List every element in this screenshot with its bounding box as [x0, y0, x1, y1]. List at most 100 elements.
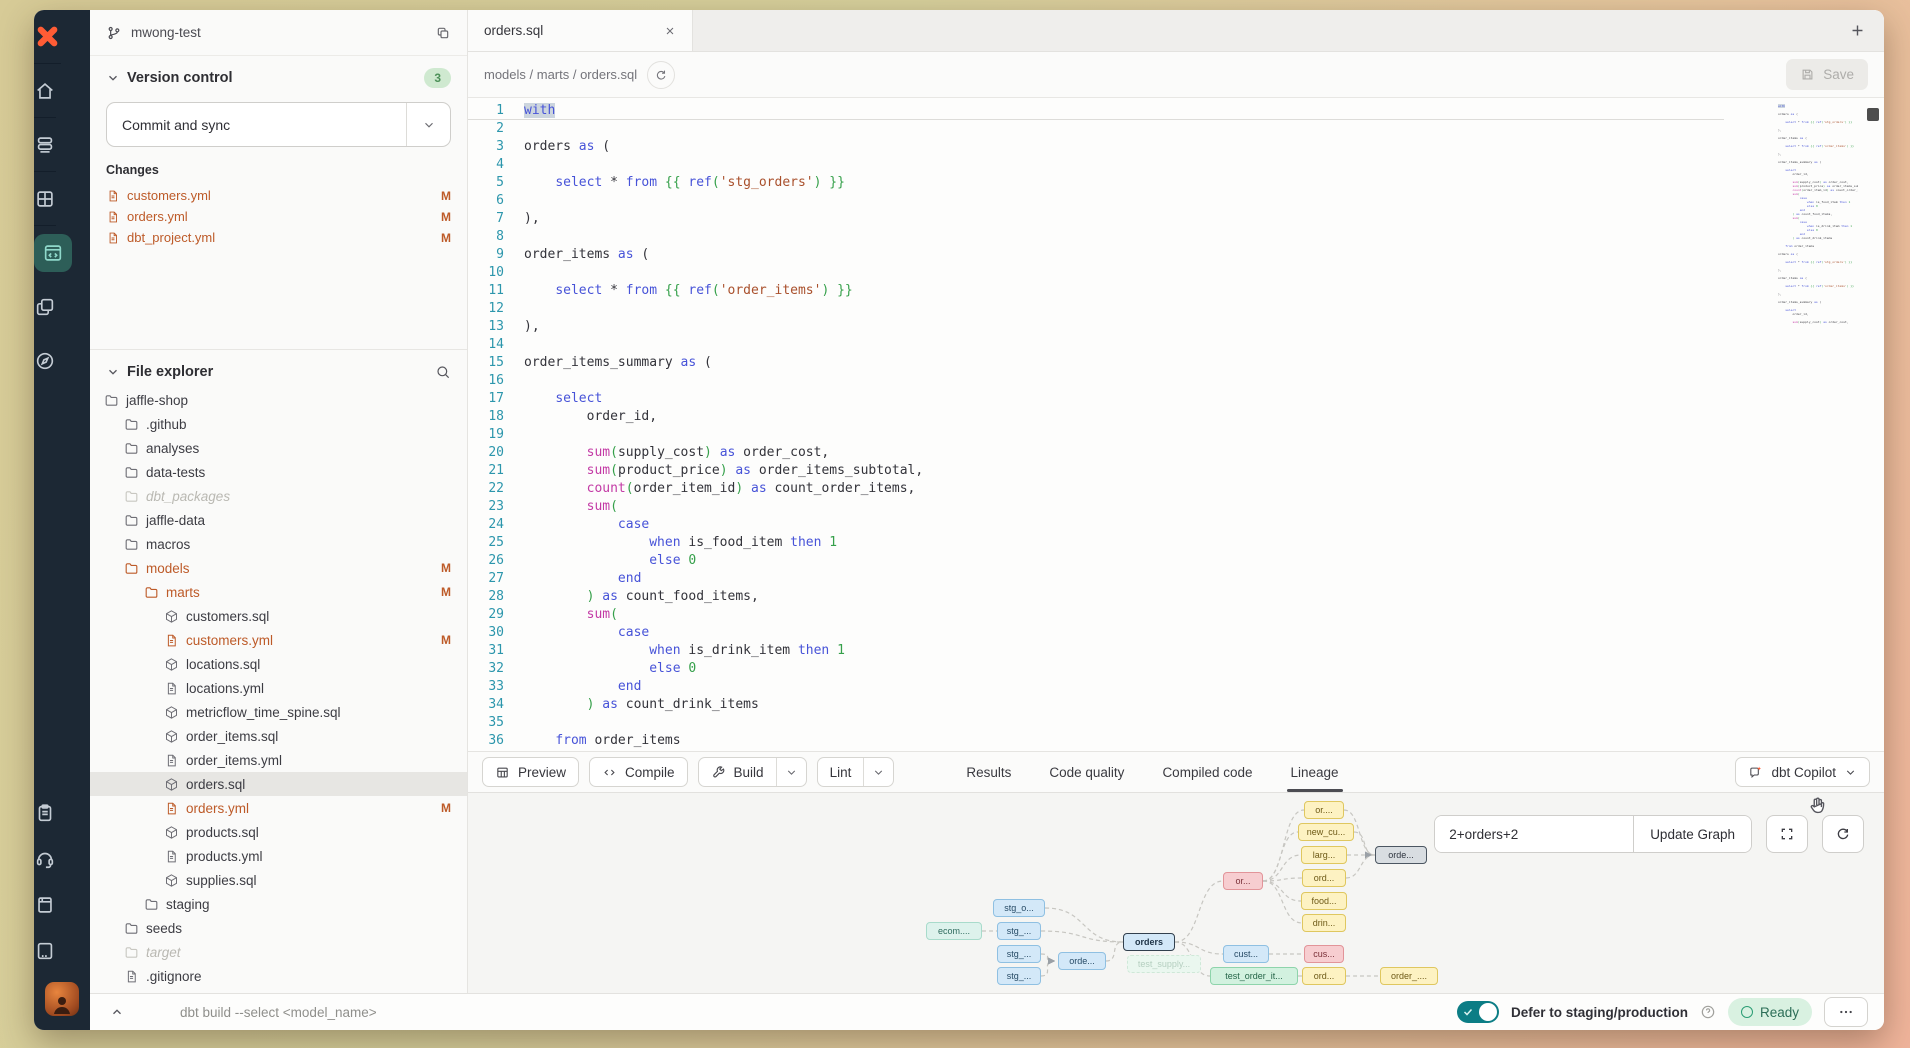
changed-file-orders.yml[interactable]: orders.ymlM — [106, 206, 451, 227]
defer-toggle[interactable] — [1457, 1001, 1499, 1023]
lineage-node-stg_o[interactable]: stg_o... — [993, 899, 1045, 917]
modified-badge: M — [441, 585, 451, 599]
tree-item-.gitignore[interactable]: .gitignore — [90, 964, 467, 988]
lineage-node-or[interactable]: or.... — [1304, 801, 1344, 819]
new-tab-button[interactable] — [1849, 22, 1866, 39]
tree-item-jaffle-data[interactable]: jaffle-data — [90, 508, 467, 532]
compile-button[interactable]: Compile — [589, 757, 688, 787]
tree-item-.github[interactable]: .github — [90, 412, 467, 436]
lint-button[interactable]: Lint — [818, 758, 864, 786]
lineage-search-input[interactable] — [1435, 816, 1633, 852]
lineage-node-orders[interactable]: orders — [1123, 933, 1175, 951]
tree-item-models[interactable]: modelsM — [90, 556, 467, 580]
lineage-node-new_cu[interactable]: new_cu... — [1298, 823, 1354, 841]
tree-item-orders.yml[interactable]: orders.ymlM — [90, 796, 467, 820]
result-tab-results[interactable]: Results — [966, 752, 1011, 792]
lineage-node-cus[interactable]: cus... — [1304, 945, 1344, 963]
tree-item-locations.yml[interactable]: locations.yml — [90, 676, 467, 700]
modified-badge: M — [441, 189, 451, 203]
rail-item-docs[interactable] — [34, 882, 56, 928]
build-button[interactable]: Build — [699, 758, 776, 786]
lint-options-chevron[interactable] — [863, 758, 893, 786]
result-tab-lineage[interactable]: Lineage — [1291, 752, 1339, 792]
tree-item-supplies.sql[interactable]: supplies.sql — [90, 868, 467, 892]
tree-item-products.yml[interactable]: products.yml — [90, 844, 467, 868]
lineage-node-ecom[interactable]: ecom.... — [926, 922, 982, 940]
fullscreen-button[interactable] — [1766, 815, 1808, 853]
tree-item-order_items.sql[interactable]: order_items.sql — [90, 724, 467, 748]
branch-row[interactable]: mwong-test — [90, 10, 467, 56]
lineage-node-test_order_it[interactable]: test_order_it... — [1210, 967, 1298, 985]
tree-item-macros[interactable]: macros — [90, 532, 467, 556]
changed-file-customers.yml[interactable]: customers.ymlM — [106, 185, 451, 206]
tree-item-seeds[interactable]: seeds — [90, 916, 467, 940]
tree-item-order_items.yml[interactable]: order_items.yml — [90, 748, 467, 772]
lineage-node-stg_[interactable]: stg_... — [997, 945, 1041, 963]
version-control-header[interactable]: Version control 3 — [106, 68, 451, 88]
rail-item-support[interactable] — [34, 836, 56, 882]
tree-item-jaffle-shop[interactable]: jaffle-shop — [90, 388, 467, 412]
lineage-node-stg_[interactable]: stg_... — [997, 967, 1041, 985]
help-icon[interactable] — [1700, 1004, 1716, 1020]
tree-item-orders.sql[interactable]: orders.sql — [90, 772, 467, 796]
build-options-chevron[interactable] — [776, 758, 806, 786]
save-button[interactable]: Save — [1786, 59, 1868, 90]
close-icon[interactable] — [664, 25, 676, 37]
lineage-node-ord[interactable]: ord... — [1302, 967, 1346, 985]
rail-item-dbt-logo[interactable] — [34, 10, 61, 64]
model-icon — [164, 777, 179, 792]
refresh-button[interactable] — [1822, 815, 1864, 853]
changed-file-dbt_project.yml[interactable]: dbt_project.ymlM — [106, 227, 451, 248]
code-line: 34 ) as count_drink_items — [468, 696, 1884, 714]
lineage-node-orde[interactable]: orde... — [1375, 846, 1427, 864]
lineage-node-food[interactable]: food... — [1301, 892, 1347, 910]
rail-item-home[interactable] — [34, 64, 56, 118]
copy-icon[interactable] — [435, 25, 451, 41]
rail-item-environments[interactable] — [34, 118, 56, 172]
commit-options-chevron[interactable] — [406, 103, 450, 146]
tree-item-target[interactable]: target — [90, 940, 467, 964]
tree-item-customers.sql[interactable]: customers.sql — [90, 604, 467, 628]
file-state-icon[interactable] — [647, 61, 675, 89]
lineage-node-order_[interactable]: order_.... — [1380, 967, 1438, 985]
rail-item-tasks[interactable] — [34, 790, 56, 836]
user-avatar[interactable] — [45, 982, 79, 1016]
lineage-node-test_supply[interactable]: test_supply... — [1127, 955, 1201, 973]
tree-item-locations.sql[interactable]: locations.sql — [90, 652, 467, 676]
tree-item-marts[interactable]: martsM — [90, 580, 467, 604]
lineage-node-ord[interactable]: ord... — [1302, 869, 1346, 887]
tree-item-analyses[interactable]: analyses — [90, 436, 467, 460]
lineage-node-orde[interactable]: orde... — [1058, 952, 1106, 970]
lineage-node-drin[interactable]: drin... — [1302, 914, 1346, 932]
code-editor[interactable]: 1with23orders as (45 select * from {{ re… — [468, 98, 1884, 751]
rail-item-notebook[interactable] — [34, 928, 56, 974]
more-options-button[interactable] — [1824, 997, 1868, 1027]
tree-item-products.sql[interactable]: products.sql — [90, 820, 467, 844]
tab-orders-sql[interactable]: orders.sql — [468, 10, 693, 51]
tree-item-staging[interactable]: staging — [90, 892, 467, 916]
lineage-node-stg_[interactable]: stg_... — [997, 922, 1041, 940]
editor-scrollbar[interactable] — [1867, 108, 1879, 121]
build-label: Build — [734, 765, 764, 780]
dbt-copilot-button[interactable]: dbt Copilot — [1735, 757, 1870, 787]
tree-item-data-tests[interactable]: data-tests — [90, 460, 467, 484]
result-tab-code-quality[interactable]: Code quality — [1049, 752, 1124, 792]
lineage-node-larg[interactable]: larg... — [1301, 846, 1347, 864]
result-tab-compiled-code[interactable]: Compiled code — [1162, 752, 1252, 792]
tree-item-customers.yml[interactable]: customers.ymlM — [90, 628, 467, 652]
tree-item-metricflow_time_spine.sql[interactable]: metricflow_time_spine.sql — [90, 700, 467, 724]
search-icon[interactable] — [435, 364, 451, 380]
commit-and-sync-button[interactable]: Commit and sync — [106, 102, 451, 147]
lineage-node-or[interactable]: or... — [1223, 872, 1263, 890]
rail-item-develop[interactable] — [34, 226, 72, 280]
rail-item-explore[interactable] — [34, 334, 56, 388]
rail-item-apps[interactable] — [34, 172, 56, 226]
update-graph-button[interactable]: Update Graph — [1633, 816, 1751, 852]
collapse-panel-button[interactable] — [90, 994, 144, 1030]
tree-item-dbt_packages[interactable]: dbt_packages — [90, 484, 467, 508]
preview-button[interactable]: Preview — [482, 757, 579, 787]
command-input[interactable]: dbt build --select <model_name> — [180, 1005, 377, 1020]
file-explorer-header[interactable]: File explorer — [90, 350, 467, 388]
lineage-node-cust[interactable]: cust... — [1223, 945, 1269, 963]
rail-item-projects[interactable] — [34, 280, 56, 334]
